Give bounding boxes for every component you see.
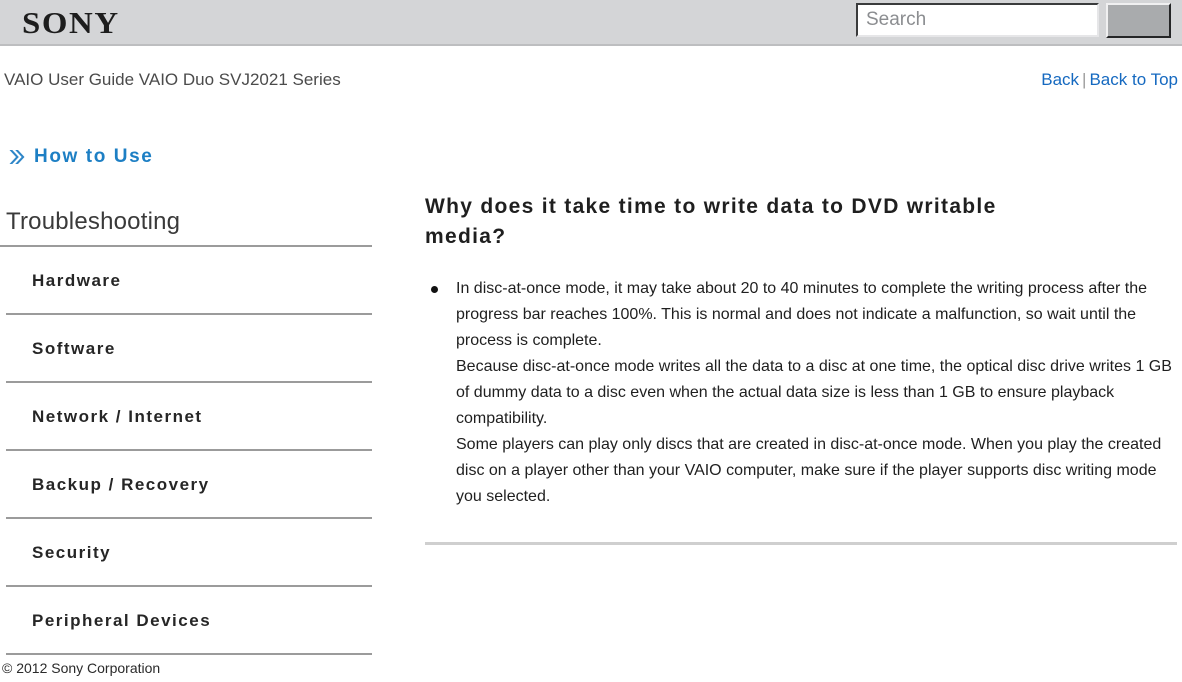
- main-content: Why does it take time to write data to D…: [425, 178, 1177, 546]
- body-paragraph: Because disc-at-once mode writes all the…: [456, 358, 1172, 428]
- double-chevron-right-icon: [9, 150, 25, 164]
- body-paragraph: Some players can play only discs that ar…: [456, 436, 1162, 506]
- sidebar-item-network-internet[interactable]: Network / Internet: [6, 383, 372, 451]
- header-nav-links: Back | Back to Top: [1041, 70, 1178, 90]
- content-divider: [425, 542, 1177, 546]
- nav-separator: |: [1082, 70, 1087, 89]
- sidebar-item-backup-recovery[interactable]: Backup / Recovery: [6, 451, 372, 519]
- sidebar-section-label: How to Use: [34, 146, 154, 167]
- list-item: In disc-at-once mode, it may take about …: [425, 276, 1177, 510]
- site-header: SONY: [0, 0, 1182, 46]
- sidebar-section-how-to-use[interactable]: How to Use: [0, 140, 380, 174]
- search-input[interactable]: [856, 3, 1099, 37]
- subheader-bar: VAIO User Guide VAIO Duo SVJ2021 Series …: [0, 46, 1182, 96]
- guide-title: VAIO User Guide VAIO Duo SVJ2021 Series: [4, 70, 341, 89]
- back-link[interactable]: Back: [1041, 70, 1079, 89]
- sidebar-category-title: Troubleshooting: [0, 208, 372, 247]
- sidebar-item-software[interactable]: Software: [6, 315, 372, 383]
- page-title: Why does it take time to write data to D…: [425, 195, 997, 249]
- sony-logo: SONY: [22, 5, 120, 40]
- sidebar: How to Use Troubleshooting Hardware Soft…: [0, 140, 380, 655]
- sidebar-item-security[interactable]: Security: [6, 519, 372, 587]
- sidebar-item-peripheral-devices[interactable]: Peripheral Devices: [6, 587, 372, 655]
- back-to-top-link[interactable]: Back to Top: [1089, 70, 1178, 89]
- search-button[interactable]: [1106, 3, 1171, 38]
- body-paragraph: In disc-at-once mode, it may take about …: [456, 280, 1148, 350]
- search-area: [856, 3, 1171, 38]
- content-bullet-list: In disc-at-once mode, it may take about …: [425, 276, 1177, 510]
- footer-copyright: © 2012 Sony Corporation: [2, 660, 161, 676]
- sidebar-item-hardware[interactable]: Hardware: [6, 247, 372, 315]
